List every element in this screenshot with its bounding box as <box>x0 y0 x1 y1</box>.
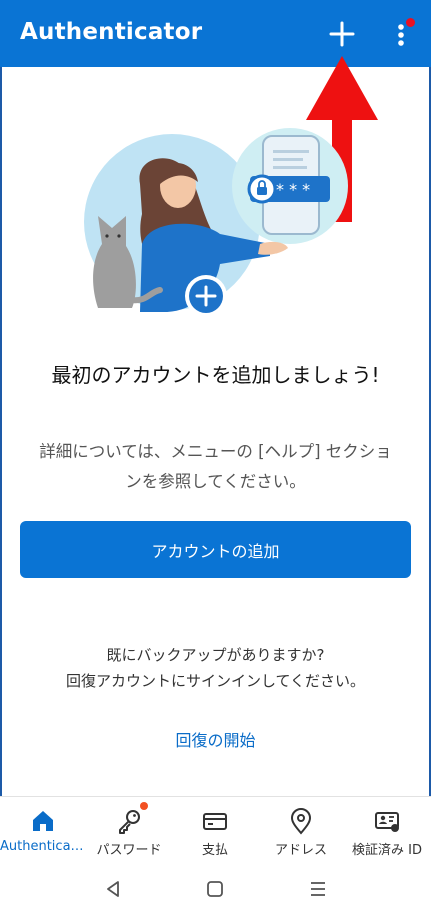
start-recovery-link[interactable]: 回復の開始 <box>100 727 331 751</box>
app-title: Authenticator <box>20 19 203 45</box>
add-account-button[interactable]: アカウントの追加 <box>20 521 411 578</box>
home-icon <box>33 811 53 831</box>
back-icon[interactable] <box>102 878 124 900</box>
verified-id-icon <box>375 812 399 832</box>
backup-line-1: 既にバックアップがありますか? <box>106 646 325 664</box>
notification-dot <box>406 18 415 27</box>
backup-prompt: 既にバックアップがありますか? 回復アカウントにサインインしてください。 <box>20 642 411 694</box>
nav-label-payments: 支払 <box>201 843 228 858</box>
nav-item-authenticator[interactable]: Authenticator <box>0 797 86 861</box>
nav-label-authenticator: Authenticator <box>0 839 86 854</box>
headline: 最初のアカウントを追加しましょう! <box>51 363 380 387</box>
key-icon <box>119 810 140 834</box>
passwords-badge <box>140 802 148 810</box>
nav-label-passwords: パスワード <box>96 843 162 858</box>
credit-card-icon <box>203 813 227 830</box>
svg-text:* * *: * * * <box>276 180 310 199</box>
nav-item-payments[interactable]: 支払 <box>172 797 258 861</box>
hero-illustration: * * * <box>84 128 348 317</box>
bottom-nav: Authenticator パスワード 支払 アドレス 検証済み ID <box>0 796 431 860</box>
nav-item-passwords[interactable]: パスワード <box>86 797 172 861</box>
frame-left-edge <box>0 0 2 917</box>
recents-icon[interactable] <box>307 878 329 900</box>
home-circle-icon[interactable] <box>204 878 226 900</box>
help-subtext: 詳細については、メニューの [ヘルプ] セクションを参照してください。 <box>39 442 392 491</box>
nav-label-addresses: アドレス <box>274 843 327 858</box>
nav-item-addresses[interactable]: アドレス <box>258 797 344 861</box>
nav-label-verified-id: 検証済み ID <box>352 843 422 858</box>
nav-item-verified-id[interactable]: 検証済み ID <box>344 797 430 861</box>
backup-line-2: 回復アカウントにサインインしてください。 <box>65 672 366 690</box>
location-pin-icon <box>290 808 312 835</box>
plus-icon[interactable] <box>326 18 358 50</box>
system-nav-bar <box>0 860 431 917</box>
